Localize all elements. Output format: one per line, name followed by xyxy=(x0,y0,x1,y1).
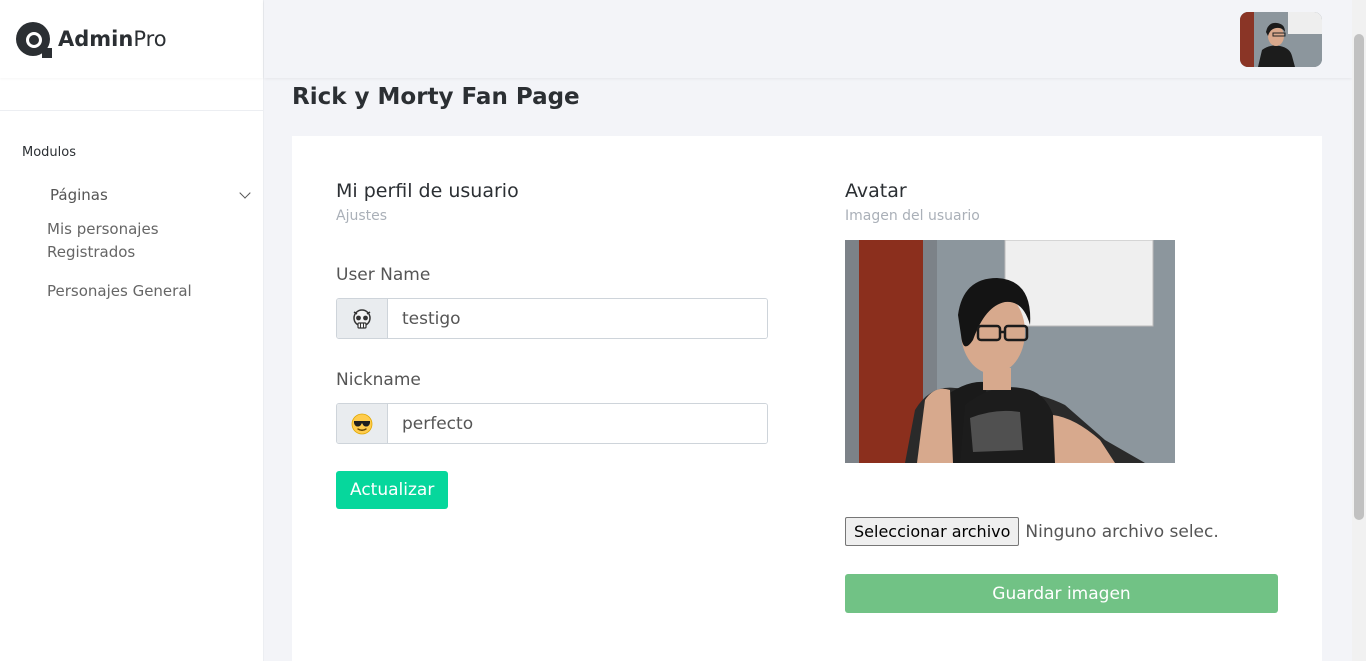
choose-file-button[interactable]: Seleccionar archivo xyxy=(845,517,1020,546)
nickname-label: Nickname xyxy=(336,370,421,390)
logo-text: AdminPro xyxy=(58,27,167,51)
avatar-image xyxy=(845,240,1175,463)
profile-title: Mi perfil de usuario xyxy=(336,180,519,202)
top-header xyxy=(264,0,1352,78)
chevron-down-icon xyxy=(239,187,251,199)
page-title: Rick y Morty Fan Page xyxy=(292,84,580,110)
sidebar-divider xyxy=(0,110,263,111)
sidebar-item-personajes-general[interactable]: Personajes General xyxy=(47,280,237,303)
skull-icon xyxy=(337,299,388,338)
profile-form: Mi perfil de usuario Ajustes User Name N… xyxy=(336,180,768,509)
profile-card: Mi perfil de usuario Ajustes User Name N… xyxy=(292,136,1322,661)
update-button[interactable]: Actualizar xyxy=(336,471,449,509)
sunglasses-icon xyxy=(337,404,388,443)
scrollbar[interactable] xyxy=(1352,0,1366,661)
file-status: Ninguno archivo selec. xyxy=(1025,521,1219,542)
scrollbar-thumb[interactable] xyxy=(1354,34,1364,520)
nickname-input-group xyxy=(336,403,768,444)
user-avatar[interactable] xyxy=(1240,12,1322,67)
user-avatar-photo xyxy=(1240,12,1322,67)
logo[interactable]: AdminPro xyxy=(0,0,263,78)
username-input-group xyxy=(336,298,768,339)
sidebar-group-label: Páginas xyxy=(50,186,108,204)
username-input[interactable] xyxy=(388,299,767,338)
profile-subtitle: Ajustes xyxy=(336,208,388,224)
sidebar-section-title: Modulos xyxy=(22,145,76,160)
sidebar-item-mis-personajes[interactable]: Mis personajes Registrados xyxy=(47,218,237,264)
avatar-subtitle: Imagen del usuario xyxy=(845,208,980,224)
save-image-button[interactable]: Guardar imagen xyxy=(845,574,1278,613)
logo-icon xyxy=(16,22,52,58)
file-picker: Seleccionar archivo Ninguno archivo sele… xyxy=(845,517,1278,546)
nickname-input[interactable] xyxy=(388,404,767,443)
avatar-title: Avatar xyxy=(845,180,907,202)
sidebar-group-paginas[interactable]: Páginas xyxy=(50,186,251,204)
sidebar: AdminPro Modulos Páginas Mis personajes … xyxy=(0,0,264,661)
avatar-section: Avatar Imagen del usuario Seleccionar ar… xyxy=(845,180,1278,613)
username-label: User Name xyxy=(336,265,431,285)
